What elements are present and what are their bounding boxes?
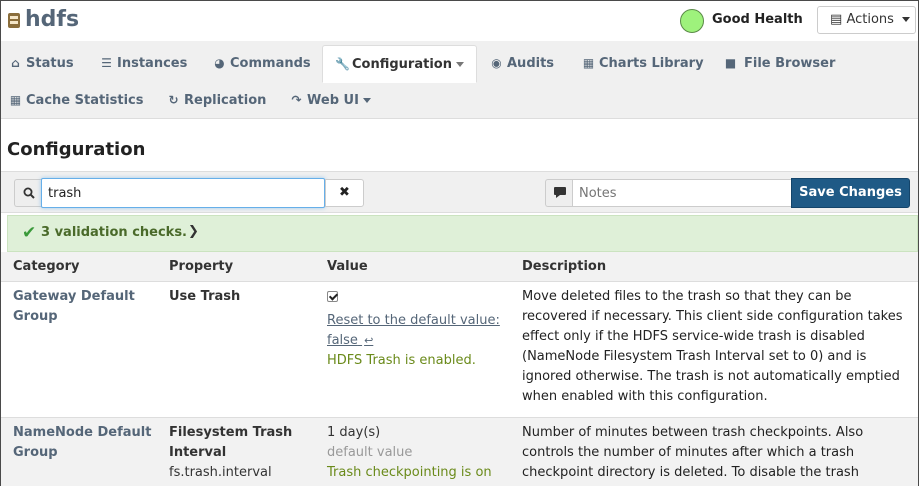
tab-label: Commands [230,56,311,71]
property-name: Filesystem Trash Interval fs.trash.inter… [169,423,319,483]
actions-button[interactable]: ▤ Actions [817,6,916,34]
column-header-value: Value [327,259,368,274]
search-input[interactable] [41,178,325,208]
tab-web-ui[interactable]: ↷ Web UI [290,82,371,118]
notes-input[interactable] [572,179,792,207]
tab-configuration[interactable]: 🔧 Configuration [322,45,477,83]
clock-icon: ◕ [214,56,225,70]
trash-interval-value[interactable]: 1 day(s) [327,423,512,443]
tab-label: Cache Statistics [26,93,144,108]
service-nav: ⌂ Status ☰ Instances ◕ Commands 🔧 Configurat… [1,41,918,119]
home-icon: ⌂ [11,56,20,70]
eye-icon: ◉ [491,56,502,70]
tab-audits[interactable]: ◉ Audits [490,45,554,81]
category-link[interactable]: Gateway Default Group [13,287,153,327]
validation-text: 3 validation checks. [41,225,187,240]
column-header-category: Category [13,259,80,274]
service-name[interactable]: hdfs [25,6,79,34]
tab-label: File Browser [744,56,836,71]
refresh-icon: ↻ [168,93,179,107]
config-toolbar: ✖ Save Changes [1,171,918,213]
description-text: Number of minutes between trash checkpoi… [522,425,864,486]
save-changes-button[interactable]: Save Changes [791,178,910,208]
undo-icon: ↩ [364,334,374,347]
use-trash-checkbox[interactable] [327,291,338,302]
page-title: Configuration [7,139,146,160]
validation-message: HDFS Trash is enabled. [327,353,476,368]
list-icon: ▤ [830,12,843,27]
comment-icon [545,179,573,207]
service-header: hdfs Good Health ▤ Actions [1,1,918,41]
health-status-icon [680,9,704,33]
column-header-description: Description [522,259,607,274]
caret-down-icon [455,62,464,67]
value-cell: 1 day(s) default value Trash checkpointi… [327,423,512,483]
reset-default-link[interactable]: Reset to the default value: false ↩ [327,311,512,351]
search-icon [14,179,42,207]
column-header-property: Property [169,259,234,274]
list-icon: ☰ [101,56,112,70]
chevron-right-icon[interactable]: ❯ [188,224,199,239]
table-row: Gateway Default Group Use Trash Reset to… [1,282,918,418]
actions-label: Actions [846,12,894,27]
close-icon: ✖ [339,185,350,200]
folder-icon: ■ [724,56,737,70]
property-name: Use Trash [169,287,319,307]
clear-search-button[interactable]: ✖ [325,179,364,207]
tab-charts-library[interactable]: ▦ Charts Library [582,45,704,81]
tab-commands[interactable]: ◕ Commands [213,45,311,81]
description-text: Move deleted files to the trash so that … [522,289,903,404]
table-row: NameNode Default Group Filesystem Trash … [1,418,918,486]
caret-down-icon [362,98,371,103]
image-icon: ▦ [9,93,22,107]
tab-label: Status [26,56,74,71]
tab-label: Audits [507,56,555,71]
validation-message: Trash checkpointing is on [327,465,492,480]
tab-label: Web UI [307,93,359,108]
tab-replication[interactable]: ↻ Replication [167,82,266,118]
tab-label: Replication [184,93,267,108]
property-label: Use Trash [169,289,241,304]
tab-cache-statistics[interactable]: ▦ Cache Statistics [9,82,144,118]
caret-down-icon [902,17,911,22]
health-label: Good Health [712,12,803,27]
default-value-note: default value [327,445,413,460]
property-label: Filesystem Trash Interval [169,425,293,460]
hdfs-service-icon [8,13,20,28]
external-link-icon: ↷ [291,93,302,107]
tab-status[interactable]: ⌂ Status [9,45,74,81]
wrench-icon: 🔧 [335,57,350,71]
image-icon: ▦ [582,56,595,70]
tab-file-browser[interactable]: ■ File Browser [724,45,836,81]
tab-label: Configuration [352,57,452,72]
check-icon: ✔ [22,223,37,243]
reset-link-text: Reset to the default value: false [327,313,500,348]
validation-summary[interactable]: ✔ 3 validation checks. ❯ [7,215,918,252]
table-header: Category Property Value Description [1,252,918,282]
tab-instances[interactable]: ☰ Instances [100,45,187,81]
tab-label: Charts Library [599,56,704,71]
value-cell: Reset to the default value: false ↩ HDFS… [327,287,512,371]
property-key: fs.trash.interval [169,465,272,480]
tab-label: Instances [117,56,188,71]
category-link[interactable]: NameNode Default Group [13,423,153,463]
